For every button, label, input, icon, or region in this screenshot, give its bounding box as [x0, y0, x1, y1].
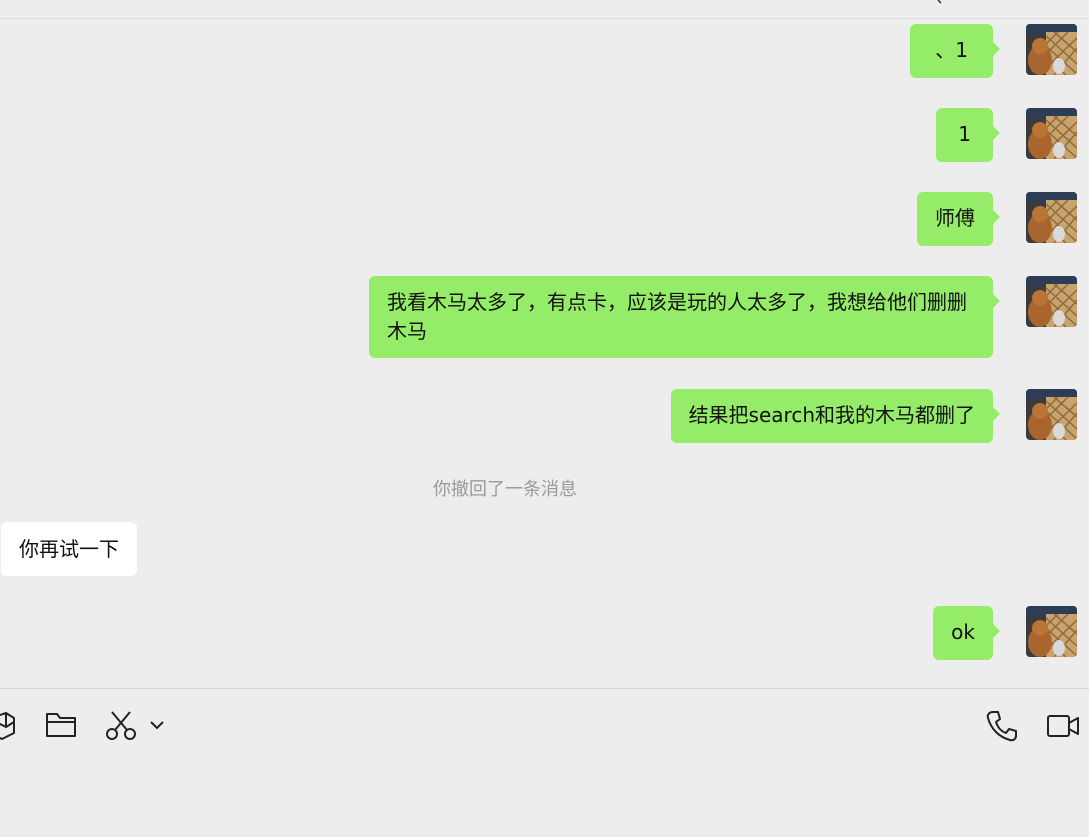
message-row: 结果把search和我的木马都删了 — [0, 389, 1077, 443]
user-avatar[interactable] — [1026, 192, 1077, 243]
recall-notice: 你撤回了一条消息 — [433, 479, 577, 500]
received-bubble[interactable]: 你再试一下 — [1, 522, 137, 576]
message-text: 师傅 — [935, 206, 975, 230]
phone-icon[interactable] — [985, 709, 1019, 743]
package-icon[interactable] — [0, 709, 18, 741]
sent-bubble[interactable]: 1 — [936, 108, 1000, 162]
video-call-icon[interactable] — [1046, 713, 1080, 739]
scissors-icon[interactable] — [105, 709, 137, 741]
avatar-image — [1026, 192, 1077, 243]
avatar-image — [1026, 606, 1077, 657]
avatar-image — [1026, 276, 1077, 327]
message-row: ok — [0, 606, 1077, 660]
message-text: ok — [951, 620, 975, 644]
user-avatar[interactable] — [1026, 276, 1077, 327]
sent-bubble[interactable]: 我看木马太多了，有点卡，应该是玩的人太多了，我想给他们删删木马 — [369, 276, 1000, 358]
message-text: 我看木马太多了，有点卡，应该是玩的人太多了，我想给他们删删木马 — [387, 290, 967, 343]
message-row: 我看木马太多了，有点卡，应该是玩的人太多了，我想给他们删删木马 — [0, 276, 1077, 358]
avatar-image — [1026, 24, 1077, 75]
message-row: 师傅 — [0, 192, 1077, 246]
chevron-down-icon[interactable] — [149, 719, 165, 731]
sent-bubble[interactable]: 结果把search和我的木马都删了 — [670, 389, 1001, 443]
sent-bubble[interactable]: 、1 — [910, 24, 1000, 78]
message-row: 1 — [0, 108, 1077, 162]
user-avatar[interactable] — [1026, 108, 1077, 159]
user-avatar[interactable] — [1026, 606, 1077, 657]
message-text: 你再试一下 — [19, 537, 119, 561]
sent-bubble[interactable]: ok — [933, 606, 1000, 660]
message-list[interactable]: 、1 1 师傅 我看木马太多了，有点卡，应该是玩的人太多了，我想给他们删删木马 … — [0, 19, 1089, 688]
avatar-image — [1026, 389, 1077, 440]
message-text: 、1 — [935, 38, 968, 62]
input-toolbar — [0, 689, 1089, 837]
folder-icon[interactable] — [45, 711, 77, 739]
top-chevron-icon — [937, 0, 942, 4]
user-avatar[interactable] — [1026, 389, 1077, 440]
message-text: 1 — [958, 122, 971, 146]
message-row: 、1 — [0, 24, 1077, 78]
avatar-image — [1026, 108, 1077, 159]
user-avatar[interactable] — [1026, 24, 1077, 75]
sent-bubble[interactable]: 师傅 — [917, 192, 1000, 246]
message-text: 结果把search和我的木马都删了 — [688, 403, 975, 427]
